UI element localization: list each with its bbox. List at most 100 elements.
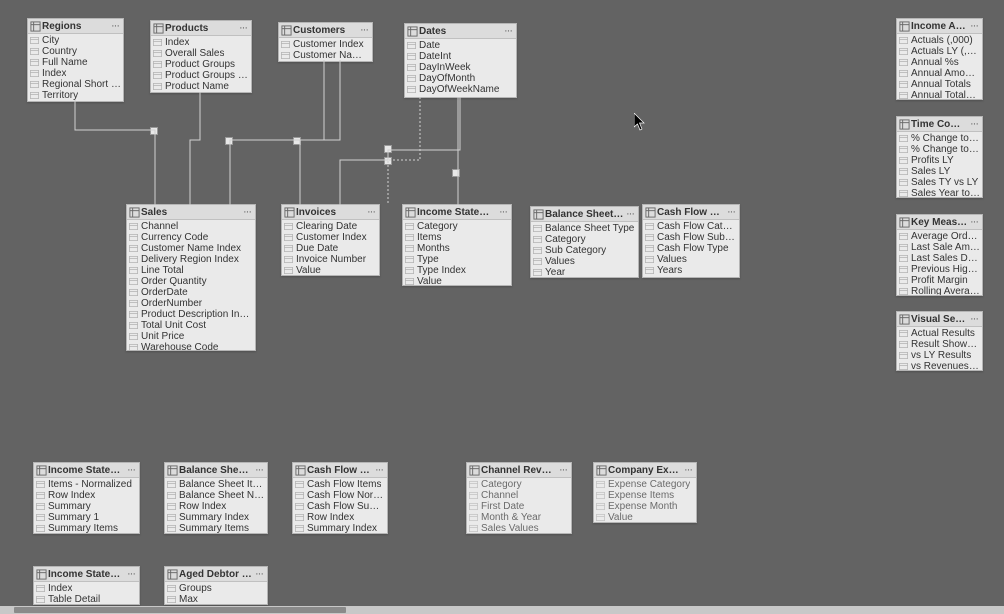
more-menu-icon[interactable]: ··· <box>365 206 377 218</box>
table-header[interactable]: Aged Debtor Groups··· <box>165 567 267 582</box>
field-row[interactable]: Rolling Average Sale <box>897 286 982 295</box>
field-row[interactable]: Customer Names <box>279 50 372 61</box>
field-row[interactable]: Cash Flow Normalized <box>293 490 387 501</box>
field-row[interactable]: Overall Sales <box>151 48 251 59</box>
field-row[interactable]: Invoice Number <box>282 254 379 265</box>
field-row[interactable]: Actuals (,000) <box>897 35 982 46</box>
more-menu-icon[interactable]: ··· <box>968 20 980 32</box>
field-row[interactable]: Index <box>34 583 139 594</box>
field-row[interactable]: Type <box>403 254 511 265</box>
table-incstmt_vis[interactable]: Income Statement Visual···IndexTable Det… <box>33 566 140 605</box>
field-row[interactable]: Profits LY <box>897 155 982 166</box>
table-header[interactable]: Sales··· <box>127 205 255 220</box>
field-row[interactable]: Balance Sheet Items <box>165 479 267 490</box>
more-menu-icon[interactable]: ··· <box>968 216 980 228</box>
field-row[interactable]: Table Detail <box>34 594 139 604</box>
field-row[interactable]: Due Date <box>282 243 379 254</box>
field-row[interactable]: Previous Highest Sale <box>897 264 982 275</box>
field-row[interactable]: Unit Price <box>127 331 255 342</box>
table-balsheet_tpl[interactable]: Balance Sheet Template···Balance Sheet I… <box>164 462 268 534</box>
field-row[interactable]: Sales TY vs LY <box>897 177 982 188</box>
field-row[interactable]: Customer Name Index <box>127 243 255 254</box>
field-row[interactable]: Cash Flow Category <box>643 221 739 232</box>
field-row[interactable]: Max <box>165 594 267 604</box>
table-header[interactable]: Income Analysis··· <box>897 19 982 34</box>
field-row[interactable]: OrderNumber <box>127 298 255 309</box>
field-row[interactable]: % Change to LY <box>897 133 982 144</box>
table-vissel[interactable]: Visual Selections···Actual ResultsResult… <box>896 311 983 371</box>
table-cashflow[interactable]: Cash Flow Data···Cash Flow Category Cash … <box>642 204 740 278</box>
field-row[interactable]: Summary Index <box>165 512 267 523</box>
field-row[interactable]: Total Unit Cost <box>127 320 255 331</box>
more-menu-icon[interactable]: ··· <box>253 464 265 476</box>
field-row[interactable]: vs LY Results <box>897 350 982 361</box>
field-row[interactable]: Category <box>531 234 638 245</box>
table-chanrev[interactable]: Channel Revenues···CategoryChannelFirst … <box>466 462 572 534</box>
table-header[interactable]: Dates··· <box>405 24 516 39</box>
table-balsheet[interactable]: Balance Sheet Data···Balance Sheet TypeC… <box>530 206 639 278</box>
field-row[interactable]: Customer Index <box>279 39 372 50</box>
table-sales[interactable]: Sales···ChannelCurrency CodeCustomer Nam… <box>126 204 256 351</box>
field-row[interactable]: Last Sales Date <box>897 253 982 264</box>
field-row[interactable]: Months <box>403 243 511 254</box>
more-menu-icon[interactable]: ··· <box>109 20 121 32</box>
table-header[interactable]: Cash Flow Data··· <box>643 205 739 220</box>
table-header[interactable]: Income Statement··· <box>403 205 511 220</box>
table-cashflow_tpl[interactable]: Cash Flow Template···Cash Flow ItemsCash… <box>292 462 388 534</box>
field-row[interactable]: Index <box>28 68 123 79</box>
table-customers[interactable]: Customers···Customer IndexCustomer Names <box>278 22 373 62</box>
field-row[interactable]: Territory <box>28 90 123 101</box>
field-row[interactable]: Expense Month <box>594 501 696 512</box>
field-row[interactable]: Cash Flow Summary Items <box>293 501 387 512</box>
table-header[interactable]: Invoices··· <box>282 205 379 220</box>
field-row[interactable]: Customer Index <box>282 232 379 243</box>
table-header[interactable]: Visual Selections··· <box>897 312 982 327</box>
field-row[interactable]: Sales LY <box>897 166 982 177</box>
table-header[interactable]: Key Measures··· <box>897 215 982 230</box>
field-row[interactable]: Annual Totals <box>897 79 982 90</box>
table-header[interactable]: Time Comparison··· <box>897 117 982 132</box>
field-row[interactable]: Category <box>403 221 511 232</box>
field-row[interactable]: Values <box>643 254 739 265</box>
table-incstmt_tpl[interactable]: Income Statement Temp…···Items - Normali… <box>33 462 140 534</box>
table-timecomp[interactable]: Time Comparison···% Change to LY% Change… <box>896 116 983 198</box>
field-row[interactable]: Average Order Size <box>897 231 982 242</box>
more-menu-icon[interactable]: ··· <box>624 208 636 220</box>
more-menu-icon[interactable]: ··· <box>682 464 694 476</box>
field-row[interactable]: Row Index <box>293 512 387 523</box>
table-incstmt[interactable]: Income Statement···CategoryItemsMonthsTy… <box>402 204 512 286</box>
field-row[interactable]: Order Quantity <box>127 276 255 287</box>
field-row[interactable]: Sales Values <box>467 523 571 533</box>
field-row[interactable]: Expense Items <box>594 490 696 501</box>
more-menu-icon[interactable]: ··· <box>237 22 249 34</box>
field-row[interactable]: Summary Items <box>34 523 139 533</box>
table-header[interactable]: Balance Sheet Template··· <box>165 463 267 478</box>
field-row[interactable]: Annual %s <box>897 57 982 68</box>
field-row[interactable]: Regional Short Code <box>28 79 123 90</box>
table-regions[interactable]: Regions···CityCountryFull NameIndexRegio… <box>27 18 124 102</box>
table-keymeas[interactable]: Key Measures···Average Order Size Last Sa… <box>896 214 983 296</box>
field-row[interactable]: Date <box>405 40 516 51</box>
field-row[interactable]: City <box>28 35 123 46</box>
more-menu-icon[interactable]: ··· <box>557 464 569 476</box>
field-row[interactable]: Currency Code <box>127 232 255 243</box>
table-header[interactable]: Income Statement Visual··· <box>34 567 139 582</box>
table-header[interactable]: Income Statement Temp…··· <box>34 463 139 478</box>
field-row[interactable]: Month & Year <box>467 512 571 523</box>
field-row[interactable]: Type Index <box>403 265 511 276</box>
field-row[interactable]: DayOfWeekName <box>405 84 516 95</box>
field-row[interactable]: Years <box>643 265 739 276</box>
field-row[interactable]: Items - Normalized <box>34 479 139 490</box>
field-row[interactable]: Cash Flow Type <box>643 243 739 254</box>
table-products[interactable]: Products···IndexOverall SalesProduct Gro… <box>150 20 252 93</box>
field-row[interactable]: Channel <box>467 490 571 501</box>
field-row[interactable]: Line Total <box>127 265 255 276</box>
more-menu-icon[interactable]: ··· <box>497 206 509 218</box>
table-header[interactable]: Company Expenses··· <box>594 463 696 478</box>
field-row[interactable]: OrderDate <box>127 287 255 298</box>
field-row[interactable]: % Change to LYTD <box>897 144 982 155</box>
table-header[interactable]: Balance Sheet Data··· <box>531 207 638 222</box>
field-row[interactable]: Values <box>531 256 638 267</box>
field-row[interactable]: Country <box>28 46 123 57</box>
more-menu-icon[interactable]: ··· <box>253 568 265 580</box>
